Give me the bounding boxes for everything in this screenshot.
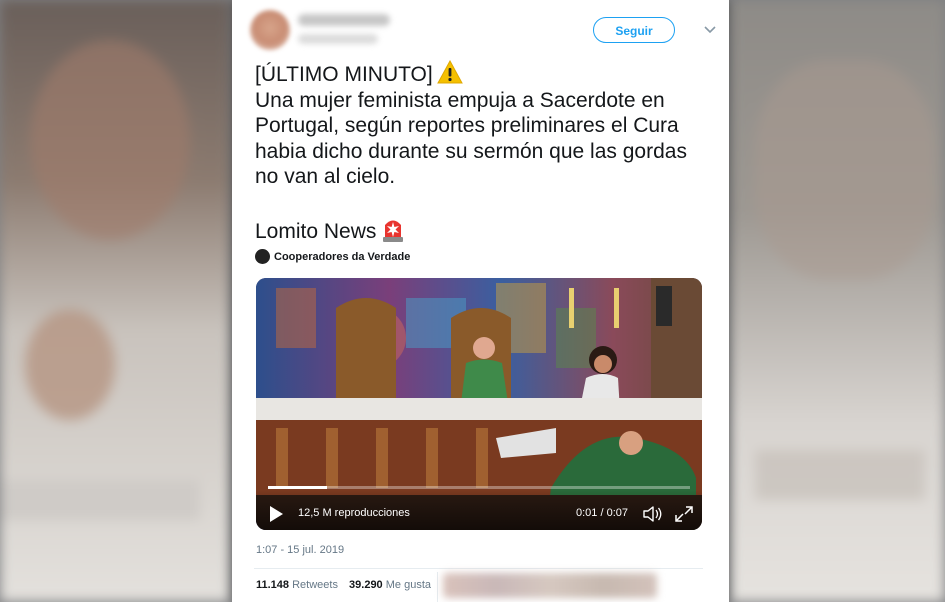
video-player[interactable]: 12,5 M reproducciones 0:01 / 0:07 (256, 278, 702, 530)
tweet-card: Seguir [ÚLTIMO MINUTO] Una mujer feminis… (232, 0, 729, 602)
blurred-right-panel (730, 0, 945, 602)
police-light-emoji-icon (383, 220, 404, 242)
blurred-display-name[interactable] (298, 14, 390, 26)
fullscreen-icon[interactable] (674, 505, 694, 523)
blurred-liker-avatars[interactable] (443, 573, 657, 598)
chevron-down-icon[interactable] (703, 25, 717, 35)
play-icon[interactable] (268, 505, 284, 523)
video-source[interactable]: Cooperadores da Verdade (255, 249, 410, 265)
retweets-label[interactable]: Retweets (292, 579, 338, 591)
tweet-stats: 11.148 Retweets 39.290 Me gusta (256, 579, 431, 591)
tweet-timestamp[interactable]: 1:07 - 15 jul. 2019 (256, 544, 344, 556)
tweet-text: [ÚLTIMO MINUTO] Una mujer feminista empu… (255, 60, 715, 244)
tweet-headline: [ÚLTIMO MINUTO] (255, 63, 433, 86)
likes-count[interactable]: 39.290 (349, 579, 383, 591)
blurred-left-panel (0, 0, 230, 602)
volume-muted-icon[interactable] (642, 504, 664, 524)
tweet-body: Una mujer feminista empuja a Sacerdote e… (255, 88, 687, 189)
blurred-username[interactable] (298, 34, 378, 44)
follow-button[interactable]: Seguir (593, 17, 675, 43)
video-progress-bar[interactable] (268, 486, 690, 489)
video-time: 0:01 / 0:07 (576, 507, 628, 519)
source-name: Cooperadores da Verdade (274, 251, 411, 263)
source-avatar-icon (255, 249, 270, 264)
avatar[interactable] (250, 10, 290, 50)
tweet-signature: Lomito News (255, 219, 377, 243)
view-count: 12,5 M reproducciones (298, 507, 410, 519)
retweets-count[interactable]: 11.148 (256, 579, 289, 591)
likes-label[interactable]: Me gusta (386, 579, 431, 591)
tweet-header: Seguir (250, 8, 716, 56)
divider (254, 568, 703, 569)
warning-emoji-icon (436, 60, 463, 84)
stats-separator (437, 572, 438, 602)
video-progress-fill (268, 486, 328, 489)
